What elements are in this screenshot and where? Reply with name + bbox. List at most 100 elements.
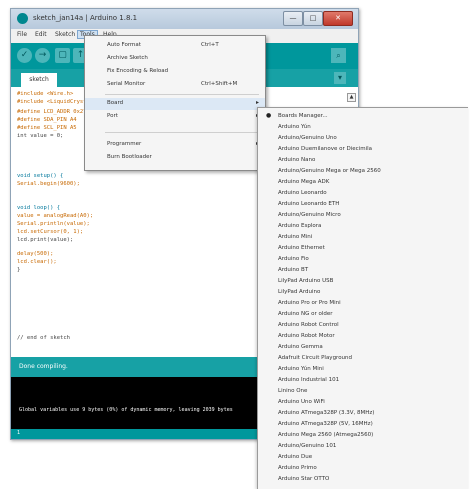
menu-item-serial-monitor[interactable]: Serial Monitor Ctrl+Shift+M bbox=[85, 79, 265, 91]
menu-item-shortcut: Ctrl+T bbox=[201, 42, 219, 48]
board-option[interactable]: Arduino Star OTTO bbox=[258, 474, 468, 485]
console-line: Global variables use 9 bytes (0%) of dyn… bbox=[19, 407, 233, 413]
menu-item-board[interactable]: Board ▸ bbox=[85, 98, 265, 110]
menu-item-label: Archive Sketch bbox=[107, 55, 148, 61]
menu-separator bbox=[105, 94, 259, 95]
board-option[interactable]: Arduino Robot Control bbox=[258, 320, 468, 331]
tools-menu: Auto Format Ctrl+T Archive Sketch Fix En… bbox=[84, 35, 266, 171]
submenu-arrow-icon: ▸ bbox=[255, 99, 259, 106]
menu-file[interactable]: File bbox=[15, 31, 29, 38]
code-line: void loop() { bbox=[17, 205, 61, 211]
board-option[interactable]: Arduino Duemilanove or Diecimila bbox=[258, 144, 468, 155]
board-option[interactable]: LilyPad Arduino USB bbox=[258, 276, 468, 287]
board-option-label: Arduino BT bbox=[278, 267, 309, 273]
line-number: 1 bbox=[17, 430, 21, 436]
menu-edit[interactable]: Edit bbox=[33, 31, 49, 38]
code-line: void setup() { bbox=[17, 173, 64, 179]
board-option[interactable]: Arduino Due bbox=[258, 452, 468, 463]
board-option-label: Arduino Leonardo ETH bbox=[278, 201, 340, 207]
status-text: Done compiling. bbox=[19, 363, 68, 370]
menu-item-shortcut: Ctrl+Shift+M bbox=[201, 81, 238, 87]
title-bar: sketch_jan14a | Arduino 1.8.1 — □ ✕ bbox=[11, 9, 358, 29]
board-option[interactable]: Arduino/Genuino Uno bbox=[258, 133, 468, 144]
board-option[interactable]: Arduino Mega 2560 (Atmega2560) bbox=[258, 430, 468, 441]
menu-item-label: Board bbox=[107, 100, 124, 106]
board-option-label: Arduino Robot Control bbox=[278, 322, 339, 328]
code-line: lcd.print(value); bbox=[17, 237, 74, 243]
board-option-label: Arduino/Genuino Mega or Mega 2560 bbox=[278, 168, 381, 174]
board-option[interactable]: Arduino BT bbox=[258, 265, 468, 276]
board-option[interactable]: Arduino/Genuino Micro bbox=[258, 210, 468, 221]
tab-sketch[interactable]: sketch bbox=[21, 73, 57, 87]
board-option[interactable]: Arduino Primo bbox=[258, 463, 468, 474]
code-line: #define LCD_ADDR 0x27 bbox=[17, 109, 87, 115]
board-option[interactable]: Arduino NG or older bbox=[258, 309, 468, 320]
board-option-label: Arduino Ethernet bbox=[278, 245, 325, 251]
menu-item-fix-encoding[interactable]: Fix Encoding & Reload bbox=[85, 66, 265, 78]
code-line: Serial.begin(9600); bbox=[17, 181, 80, 187]
board-option-label: Arduino ATmega328P (5V, 16MHz) bbox=[278, 421, 373, 427]
board-option[interactable]: Arduino ATmega328P (3.3V, 8MHz) bbox=[258, 408, 468, 419]
board-option-label: Arduino Industrial 101 bbox=[278, 377, 340, 383]
board-option-label: Linino One bbox=[278, 388, 308, 394]
board-option[interactable]: Arduino Uno WiFi bbox=[258, 397, 468, 408]
board-option[interactable]: Arduino ATmega328P (5V, 16MHz) bbox=[258, 419, 468, 430]
board-option[interactable]: Arduino Yún Mini bbox=[258, 364, 468, 375]
code-line: #include <Wire.h> bbox=[17, 91, 74, 97]
board-option-label: Arduino Duemilanove or Diecimila bbox=[278, 146, 373, 152]
board-option[interactable]: Adafruit Circuit Playground bbox=[258, 353, 468, 364]
board-option-label: Arduino Esplora bbox=[278, 223, 322, 229]
upload-button[interactable]: → bbox=[35, 48, 50, 63]
menu-sketch[interactable]: Sketch bbox=[53, 31, 77, 38]
board-option-label: Arduino Mega ADK bbox=[278, 179, 330, 185]
board-option-label: Arduino Yún bbox=[278, 124, 311, 130]
board-option-label: Arduino Primo bbox=[278, 465, 317, 471]
board-option[interactable]: Arduino Leonardo ETH bbox=[258, 199, 468, 210]
board-option[interactable]: Arduino Mini bbox=[258, 232, 468, 243]
serial-monitor-button[interactable]: ⌕ bbox=[331, 48, 346, 63]
menu-item-burn-bootloader[interactable]: Burn Bootloader bbox=[85, 152, 265, 164]
maximize-button[interactable]: □ bbox=[303, 11, 323, 26]
board-option[interactable]: Arduino/Genuino 101 bbox=[258, 441, 468, 452]
code-line: #define SDA_PIN A4 bbox=[17, 117, 77, 123]
menu-item-port[interactable]: Port ▸ bbox=[85, 111, 265, 123]
board-option[interactable]: Arduino Fio bbox=[258, 254, 468, 265]
board-option[interactable]: Arduino Gemma bbox=[258, 342, 468, 353]
new-sketch-button[interactable]: ▢ bbox=[55, 48, 70, 63]
close-button[interactable]: ✕ bbox=[323, 11, 353, 26]
board-option[interactable]: Arduino Yún bbox=[258, 122, 468, 133]
board-option-label: Arduino Gemma bbox=[278, 344, 323, 350]
board-option[interactable]: Arduino Pro or Pro Mini bbox=[258, 298, 468, 309]
tab-menu-button[interactable]: ▾ bbox=[334, 72, 346, 84]
board-option-label: Arduino Nano bbox=[278, 157, 316, 163]
board-option[interactable]: Linino One bbox=[258, 386, 468, 397]
board-option[interactable]: Arduino Industrial 101 bbox=[258, 375, 468, 386]
code-line: #define SCL_PIN A5 bbox=[17, 125, 77, 131]
scroll-up-arrow-icon[interactable]: ▲ bbox=[347, 93, 356, 102]
board-option[interactable]: Arduino Mega ADK bbox=[258, 177, 468, 188]
board-option-label: Arduino Yún Mini bbox=[278, 366, 324, 372]
board-option[interactable]: Arduino Ethernet bbox=[258, 243, 468, 254]
minimize-button[interactable]: — bbox=[283, 11, 303, 26]
code-line: Serial.println(value); bbox=[17, 221, 90, 227]
menu-item-label: Auto Format bbox=[107, 42, 141, 48]
board-option[interactable]: Arduino/Genuino Mega or Mega 2560 bbox=[258, 166, 468, 177]
board-option[interactable]: ● Boards Manager... bbox=[258, 111, 468, 122]
board-option-label: Arduino/Genuino Uno bbox=[278, 135, 337, 141]
verify-button[interactable]: ✓ bbox=[17, 48, 32, 63]
board-option[interactable]: Arduino Esplora bbox=[258, 221, 468, 232]
menu-item-programmer[interactable]: Programmer ▸ bbox=[85, 139, 265, 151]
board-option[interactable]: LilyPad Arduino bbox=[258, 287, 468, 298]
menu-item-archive-sketch[interactable]: Archive Sketch bbox=[85, 53, 265, 65]
board-option-label: Adafruit Circuit Playground bbox=[278, 355, 353, 361]
menu-item-auto-format[interactable]: Auto Format Ctrl+T bbox=[85, 40, 265, 52]
menu-item-label: Burn Bootloader bbox=[107, 154, 152, 160]
board-option-label: Arduino Star OTTO bbox=[278, 476, 330, 482]
board-option[interactable]: Arduino Robot Motor bbox=[258, 331, 468, 342]
window-title: sketch_jan14a | Arduino 1.8.1 bbox=[33, 14, 138, 22]
code-line: int value = 0; bbox=[17, 133, 64, 139]
board-option-label: Arduino ATmega328P (3.3V, 8MHz) bbox=[278, 410, 375, 416]
selected-radio-icon: ● bbox=[266, 112, 272, 119]
board-option[interactable]: Arduino Nano bbox=[258, 155, 468, 166]
board-option[interactable]: Arduino Leonardo bbox=[258, 188, 468, 199]
